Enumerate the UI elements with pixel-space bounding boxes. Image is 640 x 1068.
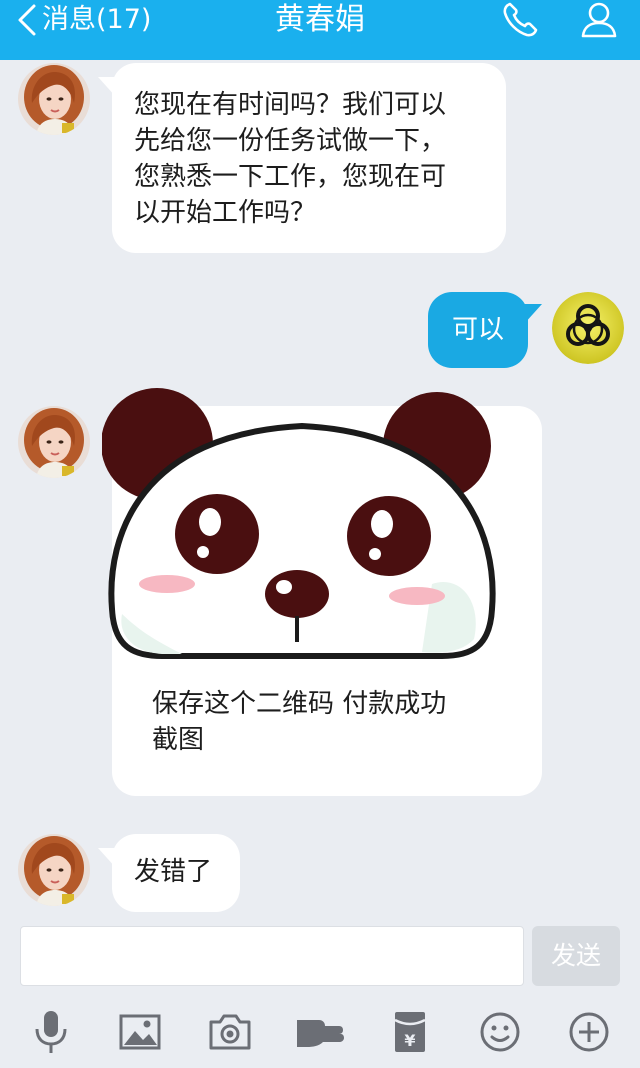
message-text: 发错了 bbox=[134, 857, 213, 887]
voice-button[interactable] bbox=[25, 1006, 77, 1058]
message-input[interactable] bbox=[20, 926, 524, 986]
poke-hand-icon bbox=[297, 1020, 344, 1047]
message-bubble[interactable]: 您现在有时间吗？我们可以 先给您一份任务试做一下， 您熟悉一下工作，您现在可 以… bbox=[98, 63, 506, 253]
plus-icon bbox=[569, 1012, 609, 1052]
profile-button[interactable] bbox=[576, 0, 622, 40]
emoji-icon bbox=[480, 1012, 520, 1052]
svg-text:¥: ¥ bbox=[404, 1031, 415, 1050]
back-button[interactable]: 消息(17) bbox=[14, 0, 151, 40]
input-toolbar: ¥ bbox=[0, 996, 640, 1068]
image-icon bbox=[119, 1014, 161, 1050]
message-text: 您现在有时间吗？我们可以 先给您一份任务试做一下， 您熟悉一下工作，您现在可 以… bbox=[134, 90, 447, 228]
phone-icon bbox=[503, 2, 538, 37]
chevron-left-icon bbox=[18, 4, 36, 36]
contact-avatar[interactable] bbox=[18, 406, 90, 478]
message-bubble[interactable]: 保存这个二维码 付款成功 截图 bbox=[102, 388, 542, 796]
profile-icon bbox=[581, 2, 617, 38]
own-avatar[interactable] bbox=[552, 292, 624, 364]
contact-avatar-image bbox=[18, 63, 90, 135]
back-label: 消息(17) bbox=[42, 4, 152, 35]
message-caption: 保存这个二维码 付款成功 截图 bbox=[152, 689, 447, 755]
contact-avatar-image bbox=[18, 406, 90, 478]
message-bubble[interactable]: 发错了 bbox=[98, 834, 240, 912]
chat-header: 消息(17) 黄春娟 bbox=[0, 0, 640, 60]
send-button[interactable]: 发送 bbox=[532, 926, 620, 986]
red-packet-icon: ¥ bbox=[394, 1012, 426, 1052]
more-button[interactable] bbox=[563, 1006, 615, 1058]
camera-button[interactable] bbox=[204, 1006, 256, 1058]
message-text: 可以 bbox=[451, 315, 504, 345]
camera-icon bbox=[209, 1014, 251, 1050]
microphone-icon bbox=[35, 1011, 67, 1053]
photo-button[interactable] bbox=[114, 1006, 166, 1058]
contact-avatar-image bbox=[18, 834, 90, 906]
phone-button[interactable] bbox=[498, 0, 544, 40]
panda-sticker bbox=[102, 388, 496, 659]
poke-button[interactable] bbox=[294, 1006, 346, 1058]
emoji-button[interactable] bbox=[474, 1006, 526, 1058]
contact-avatar[interactable] bbox=[18, 63, 90, 135]
contact-avatar[interactable] bbox=[18, 834, 90, 906]
red-packet-button[interactable]: ¥ bbox=[384, 1006, 436, 1058]
biohazard-avatar-icon bbox=[552, 292, 624, 364]
own-message-bubble[interactable]: 可以 bbox=[428, 292, 542, 368]
